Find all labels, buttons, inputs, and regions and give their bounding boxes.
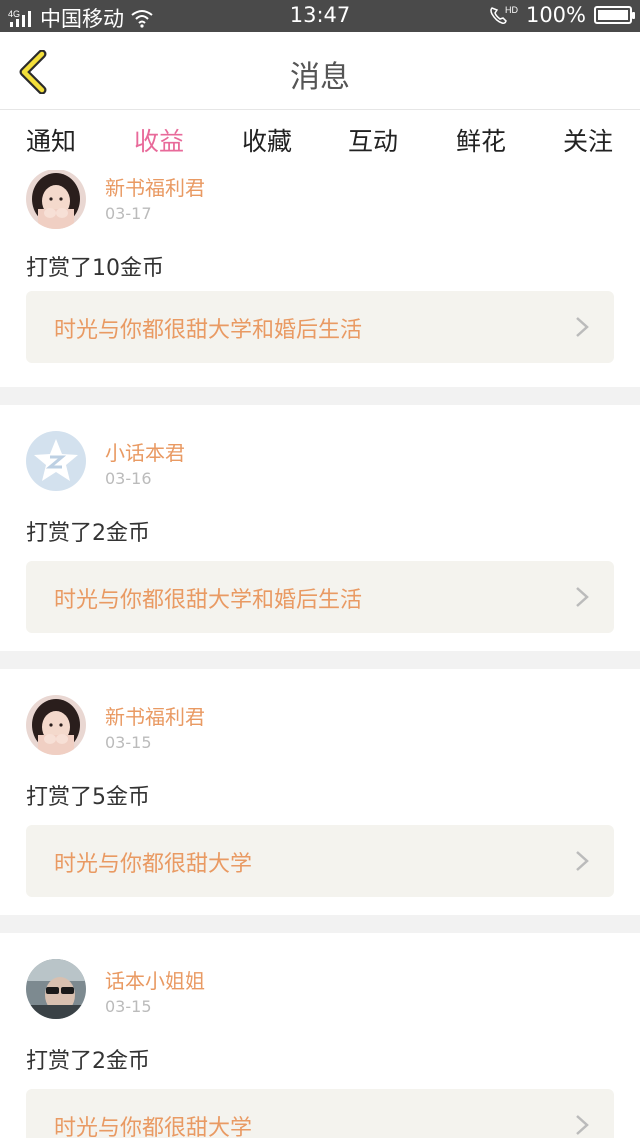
book-link[interactable]: 时光与你都很甜大学和婚后生活: [26, 561, 614, 633]
message-feed[interactable]: 新书福利君 03-17 打赏了10金币 时光与你都很甜大学和婚后生活 小话本君 …: [0, 170, 640, 1138]
status-right: HD 100%: [488, 3, 635, 27]
battery-percent: 100%: [525, 3, 586, 27]
message-date: 03-17: [105, 204, 152, 223]
chevron-right-icon: [576, 587, 589, 607]
tab-bar: 通知 收益 收藏 互动 鲜花 关注: [0, 110, 640, 174]
book-title: 时光与你都很甜大学和婚后生活: [54, 318, 363, 343]
svg-text:HD: HD: [505, 5, 518, 15]
battery-icon: [594, 6, 635, 24]
tab-flowers[interactable]: 鲜花: [441, 122, 521, 158]
message-date: 03-15: [105, 733, 152, 752]
message-date: 03-16: [105, 469, 152, 488]
chevron-right-icon: [576, 1115, 589, 1135]
tab-label: 鲜花: [455, 127, 506, 156]
message-card: 话本小姐姐 03-15 打赏了2金币 时光与你都很甜大学: [0, 933, 640, 1138]
book-title: 时光与你都很甜大学: [54, 852, 253, 877]
reward-text: 打赏了10金币: [26, 256, 164, 281]
user-avatar[interactable]: [26, 959, 86, 1019]
sunglasses-avatar-icon: [26, 959, 86, 1019]
tab-label: 收益: [133, 127, 184, 156]
user-avatar[interactable]: [26, 431, 86, 491]
nav-bar: 消息: [0, 32, 640, 110]
reward-text: 打赏了2金币: [26, 521, 150, 546]
message-card: 新书福利君 03-17 打赏了10金币 时光与你都很甜大学和婚后生活: [0, 170, 640, 387]
book-link[interactable]: 时光与你都很甜大学和婚后生活: [26, 291, 614, 363]
message-card: 新书福利君 03-15 打赏了5金币 时光与你都很甜大学: [0, 669, 640, 915]
chevron-right-icon: [576, 851, 589, 871]
tab-earnings[interactable]: 收益: [119, 122, 199, 174]
tab-label: 互动: [347, 127, 398, 156]
tab-follows[interactable]: 关注: [548, 122, 628, 158]
girl-avatar-icon: [26, 695, 86, 755]
user-name[interactable]: 新书福利君: [105, 172, 205, 201]
reward-text: 打赏了5金币: [26, 785, 150, 810]
book-link[interactable]: 时光与你都很甜大学: [26, 825, 614, 897]
chevron-right-icon: [576, 317, 589, 337]
default-star-avatar-icon: [26, 431, 86, 491]
tab-favorites[interactable]: 收藏: [227, 122, 307, 158]
tab-label: 收藏: [241, 127, 292, 156]
hd-call-icon: HD: [490, 5, 518, 24]
book-link[interactable]: 时光与你都很甜大学: [26, 1089, 614, 1138]
tab-label: 通知: [25, 127, 76, 156]
user-name[interactable]: 小话本君: [105, 437, 185, 466]
message-date: 03-15: [105, 997, 152, 1016]
tab-label: 关注: [562, 127, 613, 156]
message-card: 小话本君 03-16 打赏了2金币 时光与你都很甜大学和婚后生活: [0, 405, 640, 651]
user-avatar[interactable]: [26, 695, 86, 755]
girl-avatar-icon: [26, 170, 86, 229]
tab-notifications[interactable]: 通知: [11, 122, 91, 158]
book-title: 时光与你都很甜大学: [54, 1116, 253, 1138]
tab-interactions[interactable]: 互动: [333, 122, 413, 158]
page-title: 消息: [290, 60, 350, 95]
reward-text: 打赏了2金币: [26, 1049, 150, 1074]
user-name[interactable]: 新书福利君: [105, 701, 205, 730]
status-bar: 4G 中国移动 13:47 HD 100%: [0, 0, 640, 32]
user-avatar[interactable]: [26, 170, 86, 229]
user-name[interactable]: 话本小姐姐: [105, 965, 205, 994]
book-title: 时光与你都很甜大学和婚后生活: [54, 588, 363, 613]
